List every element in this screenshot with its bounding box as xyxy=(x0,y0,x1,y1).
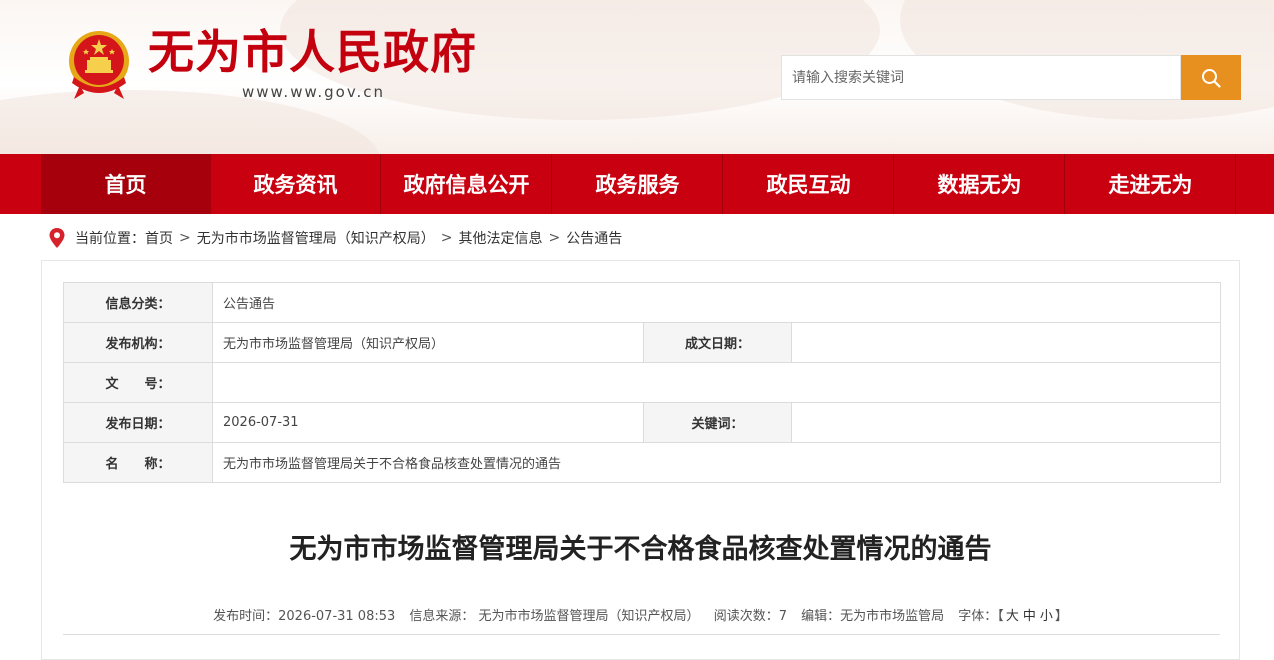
site-url: www.ww.gov.cn xyxy=(242,83,386,101)
category-value: 公告通告 xyxy=(212,282,1221,323)
date-written-label: 成文日期： xyxy=(643,322,792,363)
doc-name-label: 名 称： xyxy=(63,442,213,483)
nav-interaction[interactable]: 政民互动 xyxy=(724,154,894,214)
font-bracket-close: 】 xyxy=(1054,609,1068,624)
keywords-label: 关键词： xyxy=(643,402,792,443)
keywords-value xyxy=(791,402,1221,443)
search-input[interactable] xyxy=(781,55,1181,100)
content-panel: 信息分类： 公告通告 发布机构： 无为市市场监督管理局（知识产权局） 成文日期：… xyxy=(41,260,1240,660)
date-written-value xyxy=(791,322,1221,363)
main-nav: 首页 政务资讯 政府信息公开 政务服务 政民互动 数据无为 走进无为 xyxy=(0,154,1274,214)
info-table: 信息分类： 公告通告 发布机构： 无为市市场监督管理局（知识产权局） 成文日期：… xyxy=(63,282,1221,483)
breadcrumb-prefix: 当前位置： xyxy=(75,231,145,247)
view-count: 阅读次数：7 xyxy=(713,609,787,624)
search-icon xyxy=(1202,68,1221,88)
nav-info-disclosure[interactable]: 政府信息公开 xyxy=(382,154,552,214)
font-small-button[interactable]: 小 xyxy=(1040,609,1053,624)
publisher-value: 无为市市场监督管理局（知识产权局） xyxy=(212,322,644,363)
font-bracket-open: 【 xyxy=(997,609,1004,624)
article-title: 无为市市场监督管理局关于不合格食品核查处置情况的通告 xyxy=(289,534,992,565)
publish-time: 发布时间：2026-07-31 08:53 xyxy=(213,609,396,624)
doc-number-label: 文 号： xyxy=(63,362,213,403)
breadcrumb-bureau[interactable]: 无为市市场监督管理局（知识产权局） xyxy=(197,228,435,248)
article-meta: 发布时间：2026-07-31 08:53 信息来源： 无为市市场监督管理局（知… xyxy=(42,605,1239,624)
breadcrumb: 当前位置： 首页 > 无为市市场监督管理局（知识产权局） > 其他法定信息 > … xyxy=(48,226,622,250)
site-title[interactable]: 无为市人民政府 xyxy=(148,22,477,82)
breadcrumb-home[interactable]: 首页 xyxy=(145,228,173,248)
breadcrumb-notices[interactable]: 公告通告 xyxy=(566,228,622,248)
site-header: 无为市人民政府 www.ww.gov.cn xyxy=(0,0,1274,154)
breadcrumb-separator: > xyxy=(440,230,453,246)
font-size-control: 字体：【大中小】 xyxy=(958,609,1068,624)
font-medium-button[interactable]: 中 xyxy=(1023,609,1036,624)
info-source: 信息来源： 无为市市场监督管理局（知识产权局） xyxy=(409,609,700,624)
search-button[interactable] xyxy=(1181,55,1241,100)
doc-name-value: 无为市市场监督管理局关于不合格食品核查处置情况的通告 xyxy=(212,442,1221,483)
font-size-label: 字体： xyxy=(958,609,998,624)
nav-data[interactable]: 数据无为 xyxy=(895,154,1065,214)
publish-date-label: 发布日期： xyxy=(63,402,213,443)
meta-divider xyxy=(63,634,1220,635)
publisher-label: 发布机构： xyxy=(63,322,213,363)
nav-news[interactable]: 政务资讯 xyxy=(211,154,381,214)
nav-about[interactable]: 走进无为 xyxy=(1066,154,1236,214)
editor: 编辑：无为市市场监管局 xyxy=(801,609,945,624)
breadcrumb-separator: > xyxy=(179,230,191,246)
category-label: 信息分类： xyxy=(63,282,213,323)
doc-number-value xyxy=(212,362,1221,403)
nav-services[interactable]: 政务服务 xyxy=(553,154,723,214)
breadcrumb-separator: > xyxy=(548,230,561,246)
breadcrumb-other-info[interactable]: 其他法定信息 xyxy=(458,228,542,248)
font-large-button[interactable]: 大 xyxy=(1006,609,1019,624)
national-emblem-icon[interactable] xyxy=(66,27,132,101)
publish-date-value: 2026-07-31 xyxy=(212,402,644,443)
location-pin-icon xyxy=(49,228,65,248)
nav-home[interactable]: 首页 xyxy=(41,154,211,214)
